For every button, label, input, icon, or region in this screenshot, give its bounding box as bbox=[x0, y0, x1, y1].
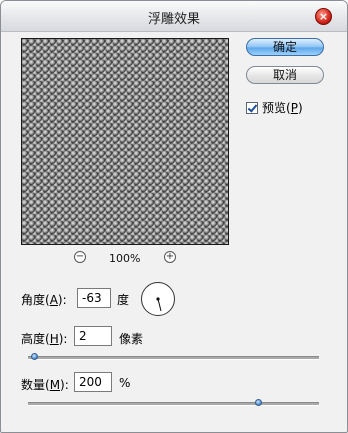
title-bar[interactable]: 浮雕效果 × bbox=[1, 1, 347, 32]
height-slider-thumb[interactable] bbox=[30, 353, 38, 360]
dialog-title: 浮雕效果 bbox=[147, 12, 200, 27]
emboss-dialog: 浮雕效果 × − 100% + 确定 取消 预览(P) 角度(A): -63 度… bbox=[0, 0, 348, 433]
preview-checkbox[interactable] bbox=[246, 101, 258, 114]
amount-input[interactable]: 200 bbox=[74, 372, 112, 392]
height-unit: 像素 bbox=[119, 332, 144, 346]
close-icon: × bbox=[318, 10, 329, 23]
preview-checkbox-row[interactable]: 预览(P) bbox=[246, 99, 303, 116]
angle-unit: 度 bbox=[117, 293, 130, 307]
preview-image[interactable] bbox=[21, 38, 229, 245]
angle-dial[interactable] bbox=[141, 282, 175, 316]
zoom-out-button[interactable]: − bbox=[74, 251, 86, 263]
zoom-in-icon: + bbox=[165, 251, 175, 262]
height-slider-track[interactable] bbox=[28, 357, 319, 360]
height-label: 高度(H): bbox=[21, 332, 68, 346]
zoom-out-icon: − bbox=[75, 251, 85, 262]
zoom-in-button[interactable]: + bbox=[164, 251, 176, 263]
amount-label: 数量(M): bbox=[21, 378, 69, 392]
height-input[interactable]: 2 bbox=[74, 326, 112, 346]
angle-input[interactable]: -63 bbox=[77, 288, 111, 308]
ok-button[interactable]: 确定 bbox=[246, 38, 324, 56]
amount-unit: % bbox=[119, 376, 131, 390]
cancel-button[interactable]: 取消 bbox=[246, 66, 324, 84]
angle-dial-needle bbox=[156, 297, 162, 312]
preview-checkbox-label: 预览(P) bbox=[262, 101, 303, 115]
angle-label: 角度(A): bbox=[21, 293, 67, 307]
close-button[interactable]: × bbox=[315, 8, 332, 25]
zoom-level: 100% bbox=[109, 252, 141, 265]
amount-slider-track[interactable] bbox=[28, 403, 319, 406]
